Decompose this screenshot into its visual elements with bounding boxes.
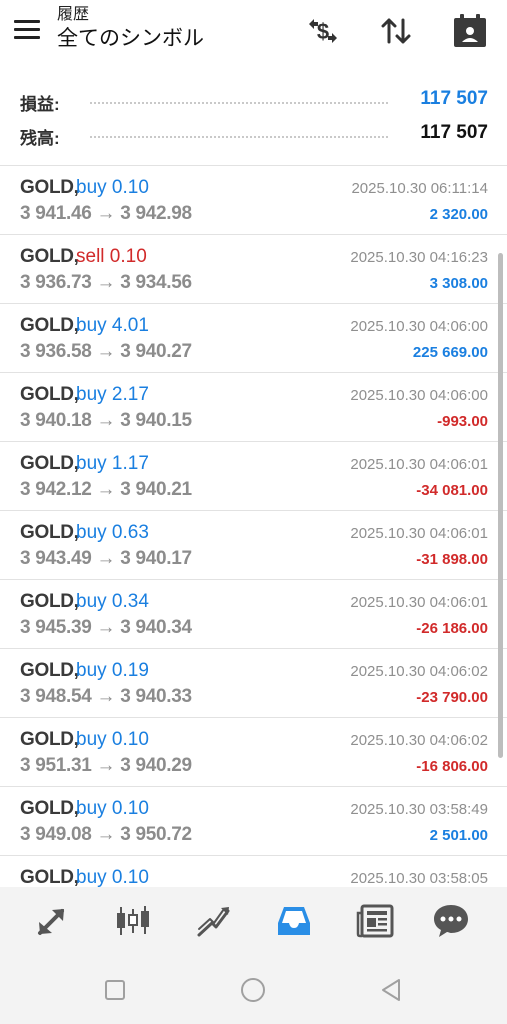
trade-profit: 2 501.00	[429, 827, 488, 844]
trade-symbol: GOLD,	[20, 246, 79, 267]
trade-symbol: GOLD,	[20, 177, 79, 198]
trade-side-volume: buy 4.01	[76, 315, 149, 336]
trade-row[interactable]: GOLD, buy 2.17 3 940.18 → 3 940.15 2025.10.…	[0, 372, 507, 441]
trade-row[interactable]: GOLD, sell 0.10 3 936.73 → 3 934.56 2025.10…	[0, 234, 507, 303]
trade-open-close-prices: 3 949.08 → 3 950.72	[20, 824, 192, 845]
profit-label: 損益:	[20, 95, 60, 114]
trade-time: 2025.10.30 04:06:02	[350, 732, 488, 749]
trade-side-volume: buy 0.34	[76, 591, 149, 612]
candlestick-icon[interactable]	[113, 901, 153, 941]
trade-time: 2025.10.30 06:11:14	[351, 180, 488, 197]
quotes-arrows-icon[interactable]	[32, 901, 72, 941]
trade-open-close-prices: 3 942.12 → 3 940.21	[20, 479, 192, 500]
trade-symbol: GOLD,	[20, 729, 79, 750]
trade-row[interactable]: GOLD, buy 0.34 3 945.39 → 3 940.34 2025.10.…	[0, 579, 507, 648]
system-navigation-bar	[0, 953, 507, 1024]
trade-open-close-prices: 3 951.31 → 3 940.29	[20, 755, 192, 776]
trade-time: 2025.10.30 03:58:49	[350, 801, 488, 818]
title-block: 履歴 全てのシンボル	[57, 4, 287, 52]
trade-profit: -23 790.00	[416, 689, 488, 706]
trade-side-volume: buy 2.17	[76, 384, 149, 405]
trade-row[interactable]: GOLD, buy 0.10 3 941.46 → 3 942.98 2025.10.…	[0, 165, 507, 234]
profit-value: 117 507	[420, 88, 488, 109]
trade-open-close-prices: 3 940.18 → 3 940.15	[20, 410, 192, 431]
trade-open-close-prices: 3 948.54 → 3 940.33	[20, 686, 192, 707]
trade-side-volume: buy 1.17	[76, 453, 149, 474]
screen: 履歴 全てのシンボル $ 損益: 117 507 残高: 117 507 GOL…	[0, 0, 507, 1024]
trade-profit: -34 081.00	[416, 482, 488, 499]
trade-symbol: GOLD,	[20, 315, 79, 336]
recent-apps-icon[interactable]	[102, 977, 128, 1003]
trade-row[interactable]: GOLD, buy 0.10 3 949.08 → 3 950.72 2025.10.…	[0, 786, 507, 855]
trade-symbol: GOLD,	[20, 798, 79, 819]
trade-trend-icon[interactable]	[194, 901, 234, 941]
trade-time: 2025.10.30 04:16:23	[350, 249, 488, 266]
trade-open-close-prices: 3 941.46 → 3 942.98	[20, 203, 192, 224]
trade-row[interactable]: GOLD, buy 0.10 3 951.31 → 3 940.29 2025.10.…	[0, 717, 507, 786]
newspaper-icon[interactable]	[356, 901, 396, 941]
page-subtitle: 履歴	[57, 4, 90, 23]
trade-symbol: GOLD,	[20, 591, 79, 612]
page-title[interactable]: 全てのシンボル	[57, 24, 287, 52]
trade-side-volume: sell 0.10	[76, 246, 147, 267]
trade-symbol: GOLD,	[20, 522, 79, 543]
balance-label: 残高:	[20, 129, 60, 148]
inbox-icon[interactable]	[274, 901, 314, 941]
trade-open-close-prices: 3 936.58 → 3 940.27	[20, 341, 192, 362]
trade-row[interactable]: GOLD, buy 0.19 3 948.54 → 3 940.33 2025.10.…	[0, 648, 507, 717]
trade-row[interactable]: GOLD, buy 4.01 3 936.58 → 3 940.27 2025.10.…	[0, 303, 507, 372]
balance-value: 117 507	[420, 122, 488, 143]
trade-profit: -26 186.00	[416, 620, 488, 637]
trade-open-close-prices: 3 945.39 → 3 940.34	[20, 617, 192, 638]
trade-side-volume: buy 0.10	[76, 729, 149, 750]
trade-time: 2025.10.30 04:06:01	[350, 594, 488, 611]
currency-exchange-icon[interactable]: $	[304, 12, 342, 50]
trade-time: 2025.10.30 04:06:00	[350, 318, 488, 335]
trade-history-list[interactable]: GOLD, buy 0.10 3 941.46 → 3 942.98 2025.10.…	[0, 165, 507, 887]
trade-open-close-prices: 3 943.49 → 3 940.17	[20, 548, 192, 569]
dotted-leader	[90, 136, 388, 138]
bottom-tab-bar	[0, 887, 507, 953]
sort-icon[interactable]	[377, 12, 415, 50]
trade-symbol: GOLD,	[20, 660, 79, 681]
back-icon[interactable]	[378, 977, 404, 1003]
trade-symbol: GOLD,	[20, 867, 79, 887]
balance-row: 残高: 117 507	[20, 118, 488, 148]
trade-side-volume: buy 0.10	[76, 867, 149, 887]
dotted-leader	[90, 102, 388, 104]
trade-symbol: GOLD,	[20, 384, 79, 405]
profit-row: 損益: 117 507	[20, 84, 488, 114]
trade-side-volume: buy 0.10	[76, 798, 149, 819]
summary-panel: 損益: 117 507 残高: 117 507	[0, 80, 507, 164]
trade-profit: 225 669.00	[412, 344, 488, 361]
trade-row[interactable]: GOLD, buy 1.17 3 942.12 → 3 940.21 2025.10.…	[0, 441, 507, 510]
trade-side-volume: buy 0.19	[76, 660, 149, 681]
trade-profit: -31 898.00	[416, 551, 488, 568]
trade-time: 2025.10.30 03:58:05	[350, 870, 488, 887]
home-icon[interactable]	[240, 977, 266, 1003]
trade-profit: -993.00	[437, 413, 488, 430]
scrollbar[interactable]	[498, 253, 503, 758]
trade-open-close-prices: 3 936.73 → 3 934.56	[20, 272, 192, 293]
menu-icon[interactable]	[14, 18, 42, 42]
trade-profit: 2 320.00	[429, 206, 488, 223]
trade-row[interactable]: GOLD, buy 0.63 3 943.49 → 3 940.17 2025.10.…	[0, 510, 507, 579]
trade-symbol: GOLD,	[20, 453, 79, 474]
chat-bubble-icon[interactable]	[431, 901, 471, 941]
trade-side-volume: buy 0.10	[76, 177, 149, 198]
top-app-bar: 履歴 全てのシンボル $	[0, 0, 507, 66]
trade-time: 2025.10.30 04:06:01	[350, 456, 488, 473]
trade-time: 2025.10.30 04:06:02	[350, 663, 488, 680]
svg-text:$: $	[317, 19, 329, 44]
trade-profit: 3 308.00	[429, 275, 488, 292]
trade-profit: -16 806.00	[416, 758, 488, 775]
trade-row[interactable]: GOLD, buy 0.10 2025.10.30 03:58:05	[0, 855, 507, 887]
trade-time: 2025.10.30 04:06:00	[350, 387, 488, 404]
trade-side-volume: buy 0.63	[76, 522, 149, 543]
calendar-icon[interactable]	[451, 12, 489, 50]
trade-time: 2025.10.30 04:06:01	[350, 525, 488, 542]
